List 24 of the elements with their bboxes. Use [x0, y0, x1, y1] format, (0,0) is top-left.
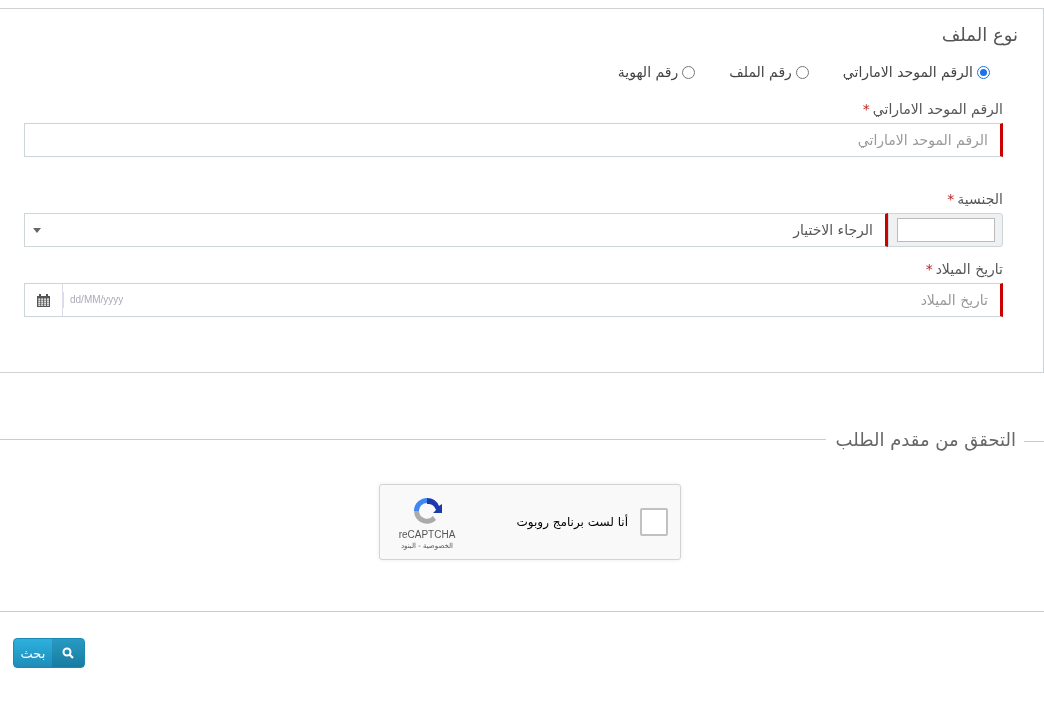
select-dropdown[interactable]: الرجاء الاختيار	[24, 213, 888, 247]
field-label: الجنسية	[957, 191, 1003, 207]
captcha-checkbox[interactable]	[640, 508, 668, 536]
radio-option[interactable]: الرقم الموحد الاماراتي	[842, 64, 990, 80]
search-icon	[62, 647, 74, 659]
field-label: تاريخ الميلاد	[935, 261, 1003, 277]
radio-button[interactable]	[795, 65, 809, 79]
date-field[interactable]: تاريخ الميلاد	[137, 284, 1000, 316]
required-mark: *	[925, 261, 933, 277]
section-legend: التحقق من مقدم الطلب	[825, 428, 1024, 450]
caret-icon	[33, 227, 41, 233]
text-field[interactable]: الرقم الموحد الاماراتي	[24, 123, 1003, 157]
radio-button[interactable]	[682, 65, 696, 79]
radio-button[interactable]	[977, 65, 990, 79]
section-title: نوع الملف	[940, 23, 1018, 48]
captcha-brand: reCAPTCHA	[398, 528, 456, 540]
field-label: الرقم الموحد الاماراتي	[872, 101, 1003, 117]
radio-option[interactable]: رقم الملف	[729, 64, 809, 80]
code-field[interactable]	[896, 218, 995, 242]
required-mark: *	[862, 101, 870, 117]
required-mark: *	[947, 191, 955, 207]
radio-option[interactable]: رقم الهوية	[617, 64, 696, 80]
calendar-icon	[37, 293, 50, 307]
captcha-label: أنا لست برنامج روبوت	[515, 515, 628, 529]
